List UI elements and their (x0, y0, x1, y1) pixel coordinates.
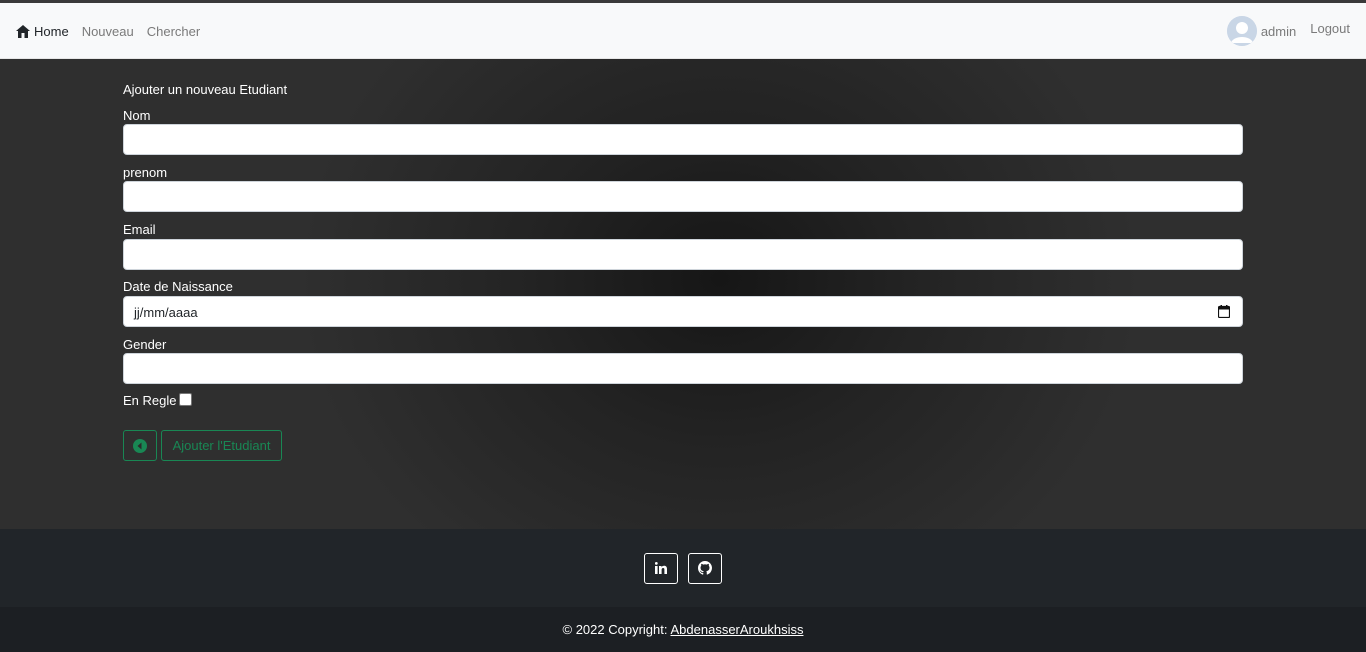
main-content: Ajouter un nouveau Etudiant Nom prenom E… (0, 59, 1366, 529)
email-input[interactable] (123, 239, 1243, 270)
copyright-text: © 2022 Copyright: (562, 622, 668, 637)
en-regle-checkbox[interactable] (179, 392, 193, 406)
linkedin-button[interactable] (644, 552, 678, 584)
nav-home-label: Home (34, 23, 69, 39)
nav-links: Home Nouveau Chercher (16, 3, 213, 59)
navbar: Home Nouveau Chercher admin Logout (0, 3, 1366, 59)
nav-home-link[interactable]: Home (16, 24, 69, 39)
nom-label: Nom (123, 108, 151, 123)
add-student-button[interactable]: Ajouter l'Etudiant (161, 430, 282, 461)
nom-input[interactable] (123, 124, 1243, 155)
linkedin-icon (655, 562, 667, 574)
user-name[interactable]: admin (1261, 24, 1296, 39)
en-regle-row: En Regle (123, 392, 193, 408)
back-arrow-icon (133, 438, 147, 453)
nav-user-area: admin Logout (1226, 3, 1350, 59)
gender-input[interactable] (123, 353, 1243, 384)
footer-social (0, 529, 1366, 607)
prenom-label: prenom (123, 165, 168, 180)
logout-link[interactable]: Logout (1310, 21, 1350, 36)
nav-chercher-link[interactable]: Chercher (147, 24, 200, 39)
en-regle-label: En Regle (123, 393, 177, 408)
email-label: Email (123, 222, 156, 237)
date-input[interactable]: jj/mm/aaaa (123, 296, 1243, 327)
home-icon (16, 24, 30, 38)
github-icon (698, 561, 712, 575)
gender-label: Gender (123, 337, 167, 352)
back-button[interactable] (123, 430, 157, 461)
author-link[interactable]: AbdenasserAroukhsiss (671, 622, 804, 637)
nav-nouveau-link[interactable]: Nouveau (82, 24, 134, 39)
form-title: Ajouter un nouveau Etudiant (123, 82, 288, 97)
date-placeholder: jj/mm/aaaa (134, 305, 198, 320)
prenom-input[interactable] (123, 181, 1243, 212)
user-avatar-icon[interactable] (1226, 16, 1257, 46)
footer-copyright: © 2022 Copyright: AbdenasserAroukhsiss (0, 607, 1366, 652)
github-button[interactable] (688, 552, 722, 584)
calendar-icon[interactable] (1218, 305, 1230, 318)
date-label: Date de Naissance (123, 279, 233, 294)
